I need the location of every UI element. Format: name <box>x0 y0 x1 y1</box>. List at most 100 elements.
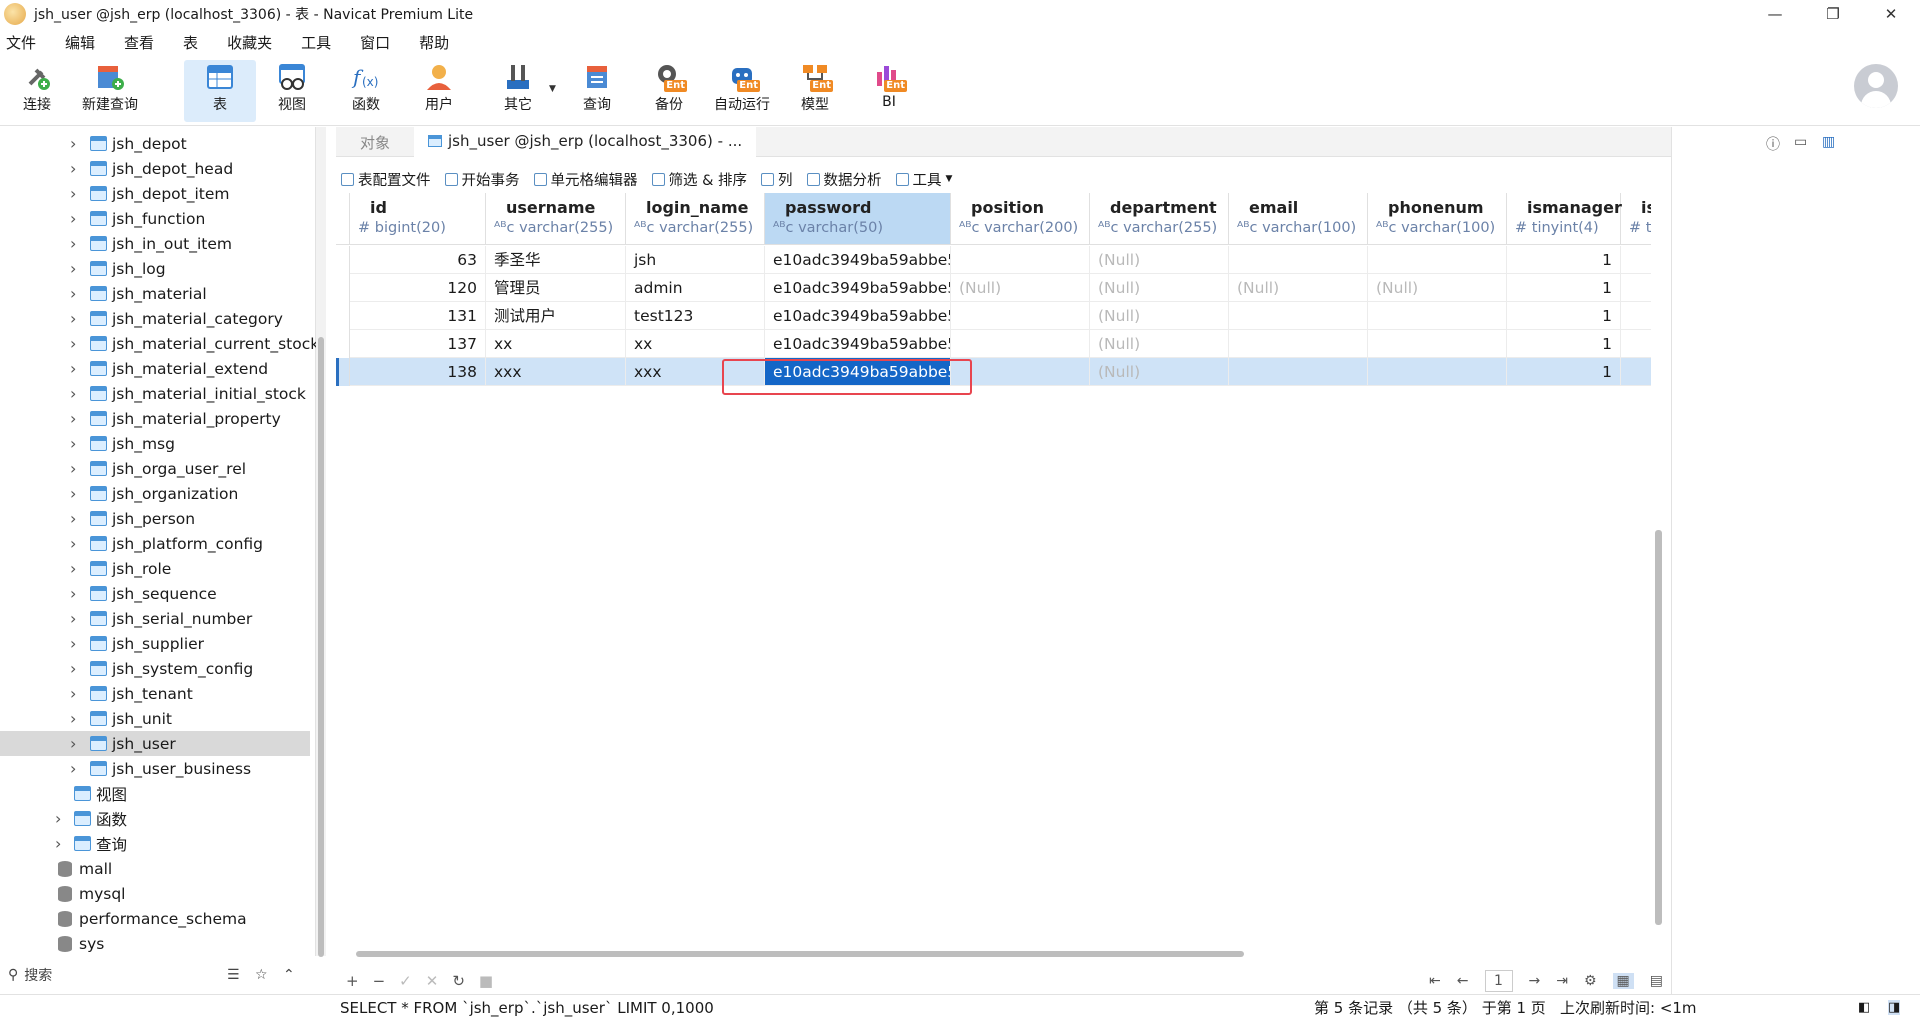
chevron-right-icon[interactable]: › <box>70 309 76 328</box>
tree-item-database[interactable]: mysql <box>0 881 310 906</box>
delete-row-icon[interactable]: − <box>373 972 386 990</box>
chevron-right-icon[interactable]: › <box>70 134 76 153</box>
menu-edit[interactable]: 编辑 <box>65 32 95 53</box>
chevron-right-icon[interactable]: › <box>70 234 76 253</box>
chevron-right-icon[interactable]: › <box>70 209 76 228</box>
chevron-right-icon[interactable]: › <box>70 284 76 303</box>
column-header[interactable]: position ᴬᴮc varchar(200) <box>951 193 1090 245</box>
menu-table[interactable]: 表 <box>183 32 198 53</box>
table-cell[interactable]: xx <box>626 330 765 358</box>
grid-view-icon[interactable]: ▦ <box>1612 973 1634 989</box>
tree-item-table[interactable]: › jsh_depot <box>0 131 310 156</box>
table-cell[interactable]: 137 <box>350 330 486 358</box>
close-button[interactable]: ✕ <box>1862 0 1920 28</box>
menu-view[interactable]: 查看 <box>124 32 154 53</box>
column-header[interactable]: username ᴬᴮc varchar(255) <box>486 193 626 245</box>
table-cell[interactable]: 测试用户 <box>486 302 626 330</box>
menu-window[interactable]: 窗口 <box>360 32 390 53</box>
chevron-right-icon[interactable]: › <box>70 509 76 528</box>
stop-icon[interactable]: ■ <box>479 972 493 990</box>
menu-favorites[interactable]: 收藏夹 <box>227 32 272 53</box>
table-cell[interactable]: 131 <box>350 302 486 330</box>
column-header[interactable]: login_name ᴬᴮc varchar(255) <box>626 193 765 245</box>
chevron-right-icon[interactable]: › <box>70 384 76 403</box>
table-cell[interactable]: (Null) <box>1090 274 1229 302</box>
row-marker[interactable] <box>336 302 350 330</box>
star-icon[interactable]: ☆ <box>255 967 268 983</box>
collapse-icon[interactable]: ⌃ <box>283 967 295 983</box>
vertical-scrollbar[interactable] <box>1655 530 1662 925</box>
ddl-icon[interactable]: ▭ <box>1794 134 1807 150</box>
table-cell[interactable]: 1 <box>1507 330 1621 358</box>
view-button[interactable]: 视图 <box>256 60 328 122</box>
first-page-icon[interactable]: ⇤ <box>1429 973 1441 989</box>
model-button[interactable]: Ent 模型 <box>779 60 851 122</box>
table-cell[interactable] <box>1229 302 1368 330</box>
cell-editor-button[interactable]: 单元格编辑器 <box>533 169 638 190</box>
table-cell[interactable]: 管理员 <box>486 274 626 302</box>
tree-item-table[interactable]: › jsh_platform_config <box>0 531 310 556</box>
chevron-right-icon[interactable]: › <box>70 484 76 503</box>
table-cell[interactable] <box>951 246 1090 274</box>
page-input[interactable]: 1 <box>1484 970 1513 992</box>
tree-item-database[interactable]: performance_schema <box>0 906 310 931</box>
row-marker[interactable] <box>336 246 350 274</box>
column-header[interactable]: password ᴬᴮc varchar(50) <box>765 193 951 245</box>
chevron-right-icon[interactable]: › <box>70 459 76 478</box>
table-button[interactable]: 表 <box>184 60 256 122</box>
table-cell[interactable] <box>1621 358 1651 386</box>
function-button[interactable]: f (x) 函数 <box>330 60 402 122</box>
table-cell[interactable]: jsh <box>626 246 765 274</box>
table-cell[interactable]: 1 <box>1507 302 1621 330</box>
chevron-right-icon[interactable]: › <box>70 709 76 728</box>
table-cell[interactable]: (Null) <box>1368 274 1507 302</box>
table-row[interactable]: 137 xx xx e10adc3949ba59abbe56 (Null) 1 <box>336 330 1651 358</box>
tree-item-table[interactable]: › jsh_msg <box>0 431 310 456</box>
table-cell[interactable] <box>1621 274 1651 302</box>
horizontal-scrollbar[interactable] <box>356 951 1244 957</box>
menu-tools[interactable]: 工具 <box>301 32 331 53</box>
table-cell[interactable]: (Null) <box>1090 302 1229 330</box>
tree-item-table[interactable]: › jsh_depot_head <box>0 156 310 181</box>
table-cell[interactable]: (Null) <box>1090 246 1229 274</box>
prev-page-icon[interactable]: ← <box>1457 973 1469 989</box>
tree-item-table[interactable]: › jsh_unit <box>0 706 310 731</box>
connect-button[interactable]: 连接 <box>1 60 73 122</box>
tree-item-table[interactable]: › jsh_system_config <box>0 656 310 681</box>
table-cell[interactable]: 1 <box>1507 246 1621 274</box>
tree-item-table[interactable]: › jsh_organization <box>0 481 310 506</box>
chevron-right-icon[interactable]: › <box>70 584 76 603</box>
table-cell[interactable]: test123 <box>626 302 765 330</box>
begin-transaction-button[interactable]: 开始事务 <box>444 169 520 190</box>
chevron-down-icon[interactable]: ▼ <box>549 84 556 94</box>
table-cell[interactable] <box>951 302 1090 330</box>
tab-jsh-user[interactable]: jsh_user @jsh_erp (localhost_3306) - ... <box>414 127 757 157</box>
chevron-right-icon[interactable]: › <box>70 184 76 203</box>
tree-item-database[interactable]: sys <box>0 931 310 956</box>
table-cell[interactable]: e10adc3949ba59abbe56 <box>765 246 951 274</box>
column-header[interactable]: phonenum ᴬᴮc varchar(100) <box>1368 193 1507 245</box>
table-cell[interactable] <box>1621 302 1651 330</box>
chevron-right-icon[interactable]: › <box>70 534 76 553</box>
other-button[interactable]: 其它 <box>482 60 554 122</box>
column-header[interactable]: ismanager # tinyint(4) <box>1507 193 1622 245</box>
table-cell[interactable]: 138 <box>350 358 486 386</box>
tree-item-table[interactable]: › jsh_material_initial_stock <box>0 381 310 406</box>
chevron-right-icon[interactable]: › <box>70 259 76 278</box>
chevron-right-icon[interactable]: › <box>70 559 76 578</box>
tree-item-table[interactable]: › jsh_user_business <box>0 756 310 781</box>
table-cell[interactable]: e10adc3949ba59abbe56 <box>765 274 951 302</box>
tree-item-functions[interactable]: › 函数 <box>0 806 310 831</box>
tree-item-table[interactable]: › jsh_log <box>0 256 310 281</box>
chevron-right-icon[interactable]: › <box>70 609 76 628</box>
table-cell[interactable] <box>951 330 1090 358</box>
discard-icon[interactable]: ✕ <box>426 972 439 990</box>
chevron-right-icon[interactable]: › <box>70 759 76 778</box>
scrollbar-thumb[interactable] <box>318 337 324 957</box>
add-row-icon[interactable]: + <box>346 972 359 990</box>
row-marker[interactable] <box>336 358 350 386</box>
refresh-icon[interactable]: ↻ <box>452 972 465 990</box>
user-button[interactable]: 用户 <box>403 60 475 122</box>
table-cell[interactable]: 63 <box>350 246 486 274</box>
tree-item-table[interactable]: › jsh_role <box>0 556 310 581</box>
